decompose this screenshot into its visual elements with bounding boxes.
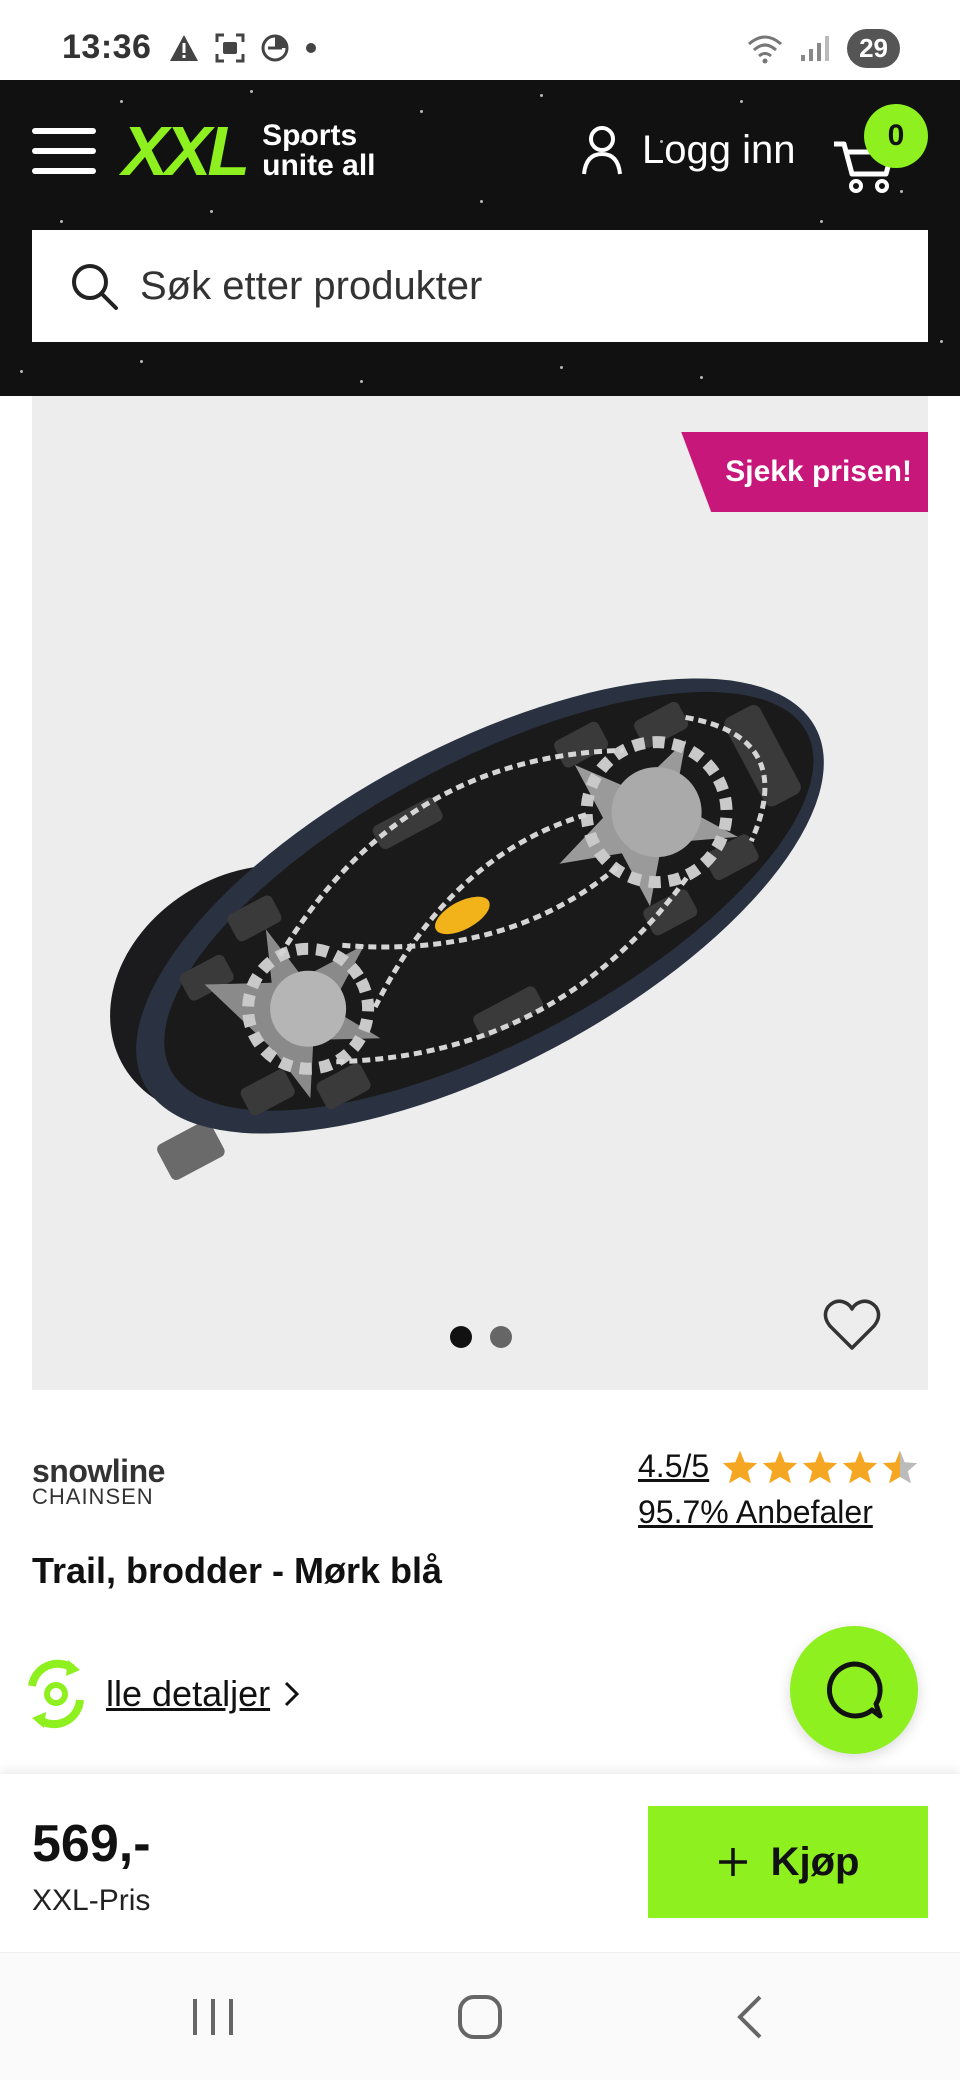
status-icons-left xyxy=(168,30,318,66)
half-star-icon xyxy=(882,1450,918,1483)
plus-icon xyxy=(718,1848,747,1876)
signal-icon xyxy=(801,36,830,61)
carousel-dot-1[interactable] xyxy=(450,1326,472,1348)
star-icon xyxy=(762,1450,798,1483)
details-row[interactable]: lle detaljer xyxy=(18,1656,302,1732)
product-title: Trail, brodder - Mørk blå xyxy=(32,1550,443,1591)
product-photo xyxy=(110,678,824,1180)
dot-icon xyxy=(306,43,316,53)
system-nav-bar xyxy=(0,1952,960,2080)
carousel-dot-2[interactable] xyxy=(490,1326,512,1348)
star-icon xyxy=(722,1450,758,1483)
status-bar: 13:36 29 xyxy=(0,0,960,80)
product-image-carousel[interactable]: Sjekk prisen! xyxy=(32,396,928,1390)
recent-apps-icon[interactable] xyxy=(190,1997,236,2037)
recycle-icon xyxy=(28,1659,84,1729)
status-time: 13:36 xyxy=(62,28,152,66)
rating-score[interactable]: 4.5/5 xyxy=(638,1448,709,1485)
rating-row[interactable]: 4.5/5 xyxy=(638,1448,919,1485)
buy-button[interactable]: Kjøp xyxy=(648,1806,928,1918)
cart-count-badge[interactable]: 0 xyxy=(864,104,928,168)
brand-name: snowline xyxy=(32,1453,165,1489)
product-price: 569,- xyxy=(32,1815,151,1873)
login-button[interactable]: Logg inn xyxy=(580,124,795,176)
star-icon xyxy=(842,1450,878,1483)
logo-tagline-line1: Sports xyxy=(262,119,358,152)
user-icon xyxy=(582,126,622,175)
details-link[interactable]: lle detaljer xyxy=(106,1673,270,1715)
rating-stars xyxy=(721,1449,919,1485)
search-icon xyxy=(72,264,118,310)
logo-tagline-line2: unite all xyxy=(262,149,376,182)
home-icon[interactable] xyxy=(456,1993,504,2041)
heart-icon[interactable] xyxy=(822,1296,882,1352)
price-label: XXL-Pris xyxy=(32,1884,151,1917)
logo-tagline: Sports unite all xyxy=(262,121,375,181)
warning-icon xyxy=(170,35,198,61)
site-header: XXL Sports unite all Logg inn 0 xyxy=(0,80,960,396)
chat-icon xyxy=(826,1661,883,1719)
star-icon xyxy=(802,1450,838,1483)
status-icons-right: 29 xyxy=(745,28,900,68)
back-icon[interactable] xyxy=(734,1993,764,2041)
menu-icon[interactable] xyxy=(32,128,96,174)
wifi-icon xyxy=(748,35,783,64)
search-bar[interactable] xyxy=(32,230,928,342)
recommend-percentage[interactable]: 95.7% Anbefaler xyxy=(638,1494,873,1531)
data-saver-icon xyxy=(261,34,289,62)
buy-button-label: Kjøp xyxy=(770,1839,860,1884)
brand-subname: CHAINSEN xyxy=(32,1484,154,1509)
price-bar: 569,- XXL-Pris Kjøp xyxy=(0,1774,960,1952)
chat-button[interactable] xyxy=(790,1626,918,1754)
carousel-dots xyxy=(450,1326,512,1348)
promo-tag[interactable]: Sjekk prisen! xyxy=(681,432,928,512)
chevron-right-icon[interactable] xyxy=(282,1679,302,1709)
search-input[interactable] xyxy=(140,263,900,309)
screenshot-icon xyxy=(215,33,245,63)
battery-indicator: 29 xyxy=(847,28,900,68)
logo-wordmark: XXL xyxy=(122,112,250,190)
xxl-logo[interactable]: XXL Sports unite all xyxy=(122,116,376,186)
brand-logo[interactable]: snowline CHAINSEN xyxy=(32,1453,165,1509)
login-label: Logg inn xyxy=(642,127,796,172)
